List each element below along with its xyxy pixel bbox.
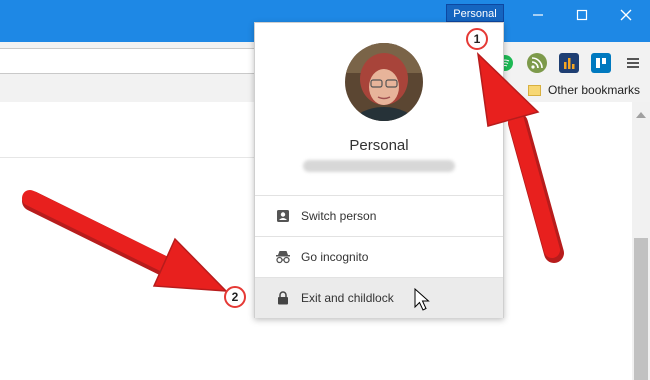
minimize-button[interactable] bbox=[516, 0, 560, 30]
bar-chart-icon bbox=[564, 58, 575, 69]
go-incognito-item[interactable]: Go incognito bbox=[255, 237, 503, 277]
analytics-icon[interactable] bbox=[559, 53, 579, 73]
other-bookmarks-link[interactable]: Other bookmarks bbox=[548, 82, 640, 98]
close-button[interactable] bbox=[604, 0, 648, 30]
menu-icon bbox=[627, 58, 639, 68]
avatar-photo bbox=[345, 43, 423, 121]
minimize-icon bbox=[533, 14, 543, 16]
address-bar[interactable] bbox=[0, 48, 256, 74]
switch-person-item[interactable]: Switch person bbox=[255, 196, 503, 236]
profile-email-redacted bbox=[303, 160, 455, 172]
rss-icon bbox=[531, 57, 543, 69]
incognito-icon bbox=[275, 249, 291, 265]
person-card-icon bbox=[275, 208, 291, 224]
maximize-button[interactable] bbox=[560, 0, 604, 30]
profile-menu: Personal Switch person Go incognito Exit… bbox=[254, 22, 504, 318]
profile-name: Personal bbox=[349, 137, 409, 154]
profile-button[interactable]: Personal bbox=[446, 4, 504, 22]
maximize-icon bbox=[576, 9, 588, 21]
exit-and-childlock-label: Exit and childlock bbox=[301, 291, 394, 305]
trello-board-icon bbox=[596, 58, 606, 68]
scrollbar-thumb[interactable] bbox=[634, 238, 648, 380]
feedly-icon[interactable] bbox=[527, 53, 547, 73]
folder-icon bbox=[528, 85, 541, 96]
chrome-menu-button[interactable] bbox=[623, 53, 643, 73]
go-incognito-label: Go incognito bbox=[301, 250, 369, 264]
switch-person-label: Switch person bbox=[301, 209, 377, 223]
callout-badge-1: 1 bbox=[466, 28, 488, 50]
exit-and-childlock-item[interactable]: Exit and childlock bbox=[255, 278, 503, 318]
scroll-up-icon[interactable] bbox=[636, 112, 646, 118]
content-divider bbox=[0, 157, 255, 158]
avatar[interactable] bbox=[345, 43, 423, 121]
callout-badge-2: 2 bbox=[224, 286, 246, 308]
close-icon bbox=[620, 9, 632, 21]
lock-icon bbox=[275, 290, 291, 306]
trello-icon[interactable] bbox=[591, 53, 611, 73]
